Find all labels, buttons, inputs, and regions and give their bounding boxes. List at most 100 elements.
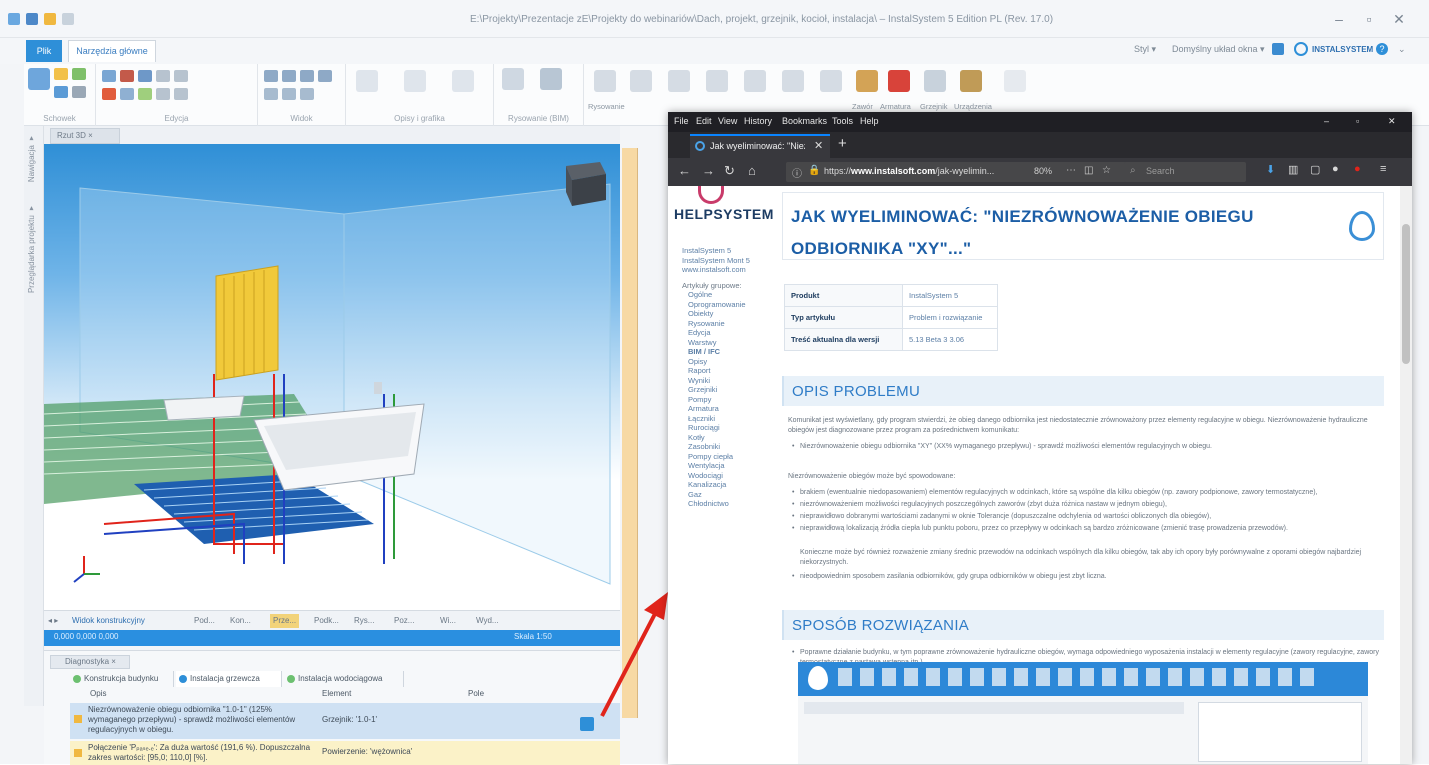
- browser-maximize-button[interactable]: ▫: [1356, 116, 1359, 126]
- account-icon[interactable]: ●: [1332, 163, 1339, 175]
- locate-element-icon[interactable]: [580, 717, 594, 731]
- tab-layout[interactable]: Rys...: [354, 614, 374, 628]
- table-row[interactable]: Połączenie 'Pₚₐₛₑ.ₑ': Za duża wartość (1…: [70, 741, 620, 765]
- bookmark-star-icon[interactable]: ☆: [1102, 165, 1111, 176]
- side-link[interactable]: Chłodnictwo: [682, 499, 772, 509]
- zoom-window-icon[interactable]: [300, 70, 314, 82]
- side-link[interactable]: Gaz: [682, 490, 772, 500]
- tab-file[interactable]: Plik: [26, 40, 62, 62]
- side-link[interactable]: Kanalizacja: [682, 480, 772, 490]
- join-icon[interactable]: [174, 88, 188, 100]
- sidebar-icon[interactable]: ▢: [1310, 163, 1320, 176]
- valve-icon[interactable]: [856, 70, 878, 92]
- column-header-element[interactable]: Element: [322, 687, 351, 701]
- forward-icon[interactable]: →: [702, 163, 715, 178]
- reload-icon[interactable]: ↻: [724, 163, 735, 179]
- window-layout-dropdown[interactable]: Domyślny układ okna ▾: [1172, 44, 1265, 55]
- side-link[interactable]: Obiekty: [682, 309, 772, 319]
- page-scrollbar[interactable]: [1400, 186, 1412, 764]
- maximize-button[interactable]: ▫: [1358, 9, 1380, 29]
- zoom-out-icon[interactable]: [282, 70, 296, 82]
- back-icon[interactable]: ←: [678, 163, 691, 178]
- dimension-icon[interactable]: [404, 70, 426, 92]
- pipe-icon[interactable]: [594, 70, 616, 92]
- info-icon[interactable]: ⓘ: [792, 165, 802, 180]
- column-header-field[interactable]: Pole: [468, 687, 484, 701]
- side-link[interactable]: Grzejniki: [682, 385, 772, 395]
- side-link[interactable]: Raport: [682, 366, 772, 376]
- tab-nav-arrows[interactable]: ◂ ▸: [48, 614, 58, 628]
- pan-icon[interactable]: [264, 88, 278, 100]
- wall-icon[interactable]: [630, 70, 652, 92]
- extension-icon[interactable]: ●: [1354, 163, 1361, 175]
- zoom-all-icon[interactable]: [318, 70, 332, 82]
- side-link[interactable]: InstalSystem Mont 5: [682, 256, 772, 266]
- style-dropdown[interactable]: Styl ▾: [1134, 44, 1156, 55]
- table-row[interactable]: Niezrównoważenie obiegu odbiornika "1.0-…: [70, 703, 620, 739]
- device-icon[interactable]: [960, 70, 982, 92]
- side-link[interactable]: Edycja: [682, 328, 772, 338]
- side-link[interactable]: Rurociągi: [682, 423, 772, 433]
- rotate-icon[interactable]: [156, 70, 170, 82]
- download-icon[interactable]: ⬇: [1266, 163, 1275, 176]
- description-icon[interactable]: [356, 70, 378, 92]
- tab-layout[interactable]: Wyd...: [476, 614, 499, 628]
- undo-icon[interactable]: [72, 86, 86, 98]
- cut-icon[interactable]: [72, 68, 86, 80]
- menu-view[interactable]: View: [718, 116, 737, 126]
- side-link[interactable]: Łączniki: [682, 414, 772, 424]
- layout-icon[interactable]: [1272, 43, 1284, 55]
- side-link[interactable]: Armatura: [682, 404, 772, 414]
- tab-home[interactable]: Narzędzia główne: [68, 40, 156, 62]
- window-icon[interactable]: [744, 70, 766, 92]
- tab-navigation[interactable]: Nawigacja ▾: [27, 134, 36, 182]
- ceiling-icon[interactable]: [668, 70, 690, 92]
- close-tab-icon[interactable]: ✕: [814, 139, 823, 152]
- browser-search-field[interactable]: ⌕ Search: [1124, 162, 1246, 182]
- generate-icon[interactable]: [540, 68, 562, 90]
- side-link[interactable]: Oprogramowanie: [682, 300, 772, 310]
- room-icon[interactable]: [820, 70, 842, 92]
- library-icon[interactable]: ▥: [1288, 163, 1298, 176]
- paste-icon[interactable]: [28, 68, 50, 90]
- side-link[interactable]: Ogólne: [682, 290, 772, 300]
- close-window-button[interactable]: ✕: [1388, 9, 1410, 29]
- side-link[interactable]: www.instalsoft.com: [682, 265, 772, 275]
- tab-layout[interactable]: Poz...: [394, 614, 414, 628]
- side-link[interactable]: Wodociągi: [682, 471, 772, 481]
- select-icon[interactable]: [102, 70, 116, 82]
- browser-tab[interactable]: Jak wyeliminować: "Niezrów... ✕: [690, 134, 830, 158]
- home-icon[interactable]: ⌂: [748, 163, 756, 178]
- info-value[interactable]: 5.13 Beta 3 3.06: [902, 328, 998, 351]
- side-link[interactable]: Pompy ciepła: [682, 452, 772, 462]
- chevron-down-icon[interactable]: ⌄: [1398, 44, 1406, 55]
- help-icon[interactable]: ?: [1376, 43, 1388, 55]
- tab-layout[interactable]: Wi...: [440, 614, 456, 628]
- door-icon[interactable]: [782, 70, 804, 92]
- menu-edit[interactable]: Edit: [696, 116, 712, 126]
- menu-bookmarks[interactable]: Bookmarks: [782, 116, 827, 126]
- tab-building-construction[interactable]: Konstrukcja budynku: [70, 671, 174, 687]
- tab-layout-active[interactable]: Prze...: [270, 614, 300, 628]
- side-link[interactable]: InstalSystem 5: [682, 246, 772, 256]
- diagnostics-tab[interactable]: Diagnostyka ×: [50, 655, 130, 669]
- tab-project-browser[interactable]: Przeglądarka projektu ▾: [27, 204, 36, 293]
- extend-icon[interactable]: [138, 88, 152, 100]
- scrollbar-thumb[interactable]: [1402, 224, 1410, 364]
- move-icon[interactable]: [138, 70, 152, 82]
- redraw-icon[interactable]: [282, 88, 296, 100]
- save-icon[interactable]: [26, 13, 38, 25]
- zoom-level[interactable]: 80%: [1034, 166, 1052, 176]
- open-folder-icon[interactable]: [44, 13, 56, 25]
- tab-layout[interactable]: Kon...: [230, 614, 251, 628]
- column-icon[interactable]: [706, 70, 728, 92]
- helpsystem-logo[interactable]: HELPSYSTEM: [674, 206, 774, 222]
- side-link[interactable]: Kotły: [682, 433, 772, 443]
- info-value[interactable]: Problem i rozwiązanie: [902, 306, 998, 329]
- column-header-description[interactable]: Opis: [90, 687, 106, 701]
- graphics-icon[interactable]: [452, 70, 474, 92]
- zoom-in-icon[interactable]: [264, 70, 278, 82]
- radiator-icon[interactable]: [924, 70, 946, 92]
- extra-icon[interactable]: [1004, 70, 1026, 92]
- hamburger-menu-icon[interactable]: ≡: [1380, 163, 1386, 175]
